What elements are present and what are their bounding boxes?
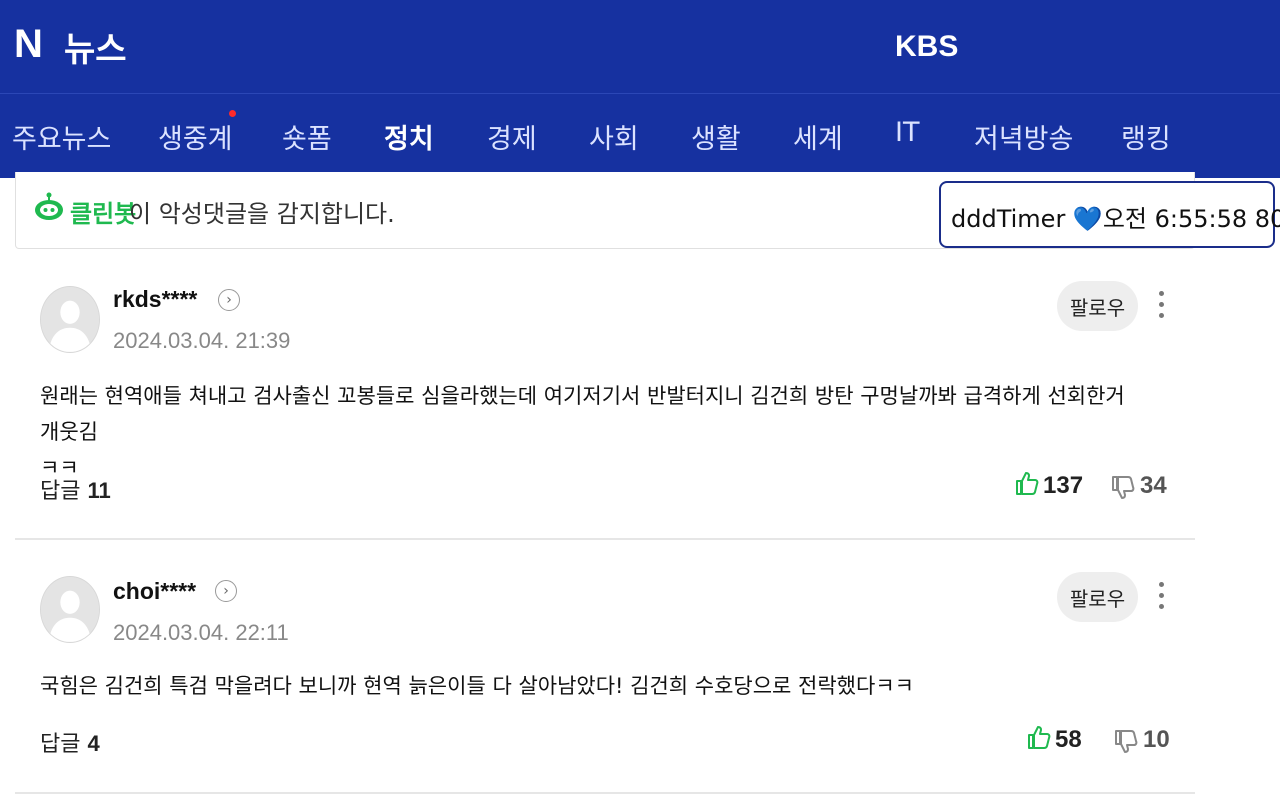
tab-shortform[interactable]: 숏폼 xyxy=(282,117,332,156)
comment-body-line: 국힘은 김건희 특검 막을려다 보니까 현역 늙은이들 다 살아남았다! 김건희… xyxy=(40,674,914,698)
comment-item: rkds**** › 2024.03.04. 21:39 팔로우 원래는 현역애… xyxy=(15,250,1195,540)
reply-count: 11 xyxy=(87,478,111,503)
reply-label: 답글 xyxy=(40,479,81,504)
chevron-right-icon[interactable]: › xyxy=(215,580,237,602)
comment-body-line: 원래는 현역애들 쳐내고 검사출신 꼬봉들로 심을라했는데 여기저기서 반발터지… xyxy=(40,384,1125,444)
tab-politics[interactable]: 정치 xyxy=(384,117,434,156)
tab-life[interactable]: 생활 xyxy=(691,117,741,156)
chevron-right-icon[interactable]: › xyxy=(218,289,240,311)
comment-body: 국힘은 김건희 특검 막을려다 보니까 현역 늙은이들 다 살아남았다! 김건희… xyxy=(40,668,1150,704)
naver-logo[interactable]: N xyxy=(14,22,43,67)
dislike-count: 10 xyxy=(1143,726,1170,753)
thumbs-up-icon[interactable] xyxy=(1026,724,1052,750)
dislike-count: 34 xyxy=(1140,472,1167,499)
default-profile-icon xyxy=(41,287,99,352)
live-indicator-dot xyxy=(229,110,236,117)
reply-label: 답글 xyxy=(40,732,81,757)
tab-live[interactable]: 생중계 xyxy=(158,117,233,156)
reply-toggle[interactable]: 답글 11 xyxy=(40,473,111,505)
cleanbot-name[interactable]: 클린봇 xyxy=(70,194,136,229)
cleanbot-robot-icon xyxy=(35,192,63,220)
tab-evening-broadcast[interactable]: 저녁방송 xyxy=(974,117,1073,156)
default-profile-icon xyxy=(41,577,99,642)
like-count: 58 xyxy=(1055,726,1082,753)
reply-count: 4 xyxy=(87,731,100,756)
press-name[interactable]: KBS xyxy=(895,30,958,64)
comment-body-line: ㅋㅋ xyxy=(40,456,79,480)
timer-text: dddTimer 💙오전 6:55:58 808 xyxy=(951,205,1280,233)
reply-toggle[interactable]: 답글 4 xyxy=(40,726,100,758)
tab-ranking[interactable]: 랭킹 xyxy=(1121,117,1171,156)
category-nav: 주요뉴스 생중계 숏폼 정치 경제 사회 생활 세계 IT 저녁방송 랭킹 xyxy=(0,93,1280,178)
thumbs-down-icon[interactable] xyxy=(1110,475,1136,501)
avatar[interactable] xyxy=(40,576,100,643)
tab-main-news[interactable]: 주요뉴스 xyxy=(12,117,111,156)
tab-society[interactable]: 사회 xyxy=(589,117,639,156)
thumbs-down-icon[interactable] xyxy=(1113,729,1139,755)
news-logo-text[interactable]: 뉴스 xyxy=(64,22,127,71)
tab-it[interactable]: IT xyxy=(895,117,919,148)
follow-button[interactable]: 팔로우 xyxy=(1057,281,1138,331)
more-options-icon[interactable] xyxy=(1155,580,1167,614)
thumbs-up-icon[interactable] xyxy=(1014,470,1040,496)
avatar[interactable] xyxy=(40,286,100,353)
tab-world[interactable]: 세계 xyxy=(793,117,843,156)
tab-economy[interactable]: 경제 xyxy=(487,117,537,156)
top-header: N 뉴스 KBS xyxy=(0,0,1280,93)
timer-overlay: dddTimer 💙오전 6:55:58 808 xyxy=(939,181,1280,248)
comment-body: 원래는 현역애들 쳐내고 검사출신 꼬봉들로 심을라했는데 여기저기서 반발터지… xyxy=(40,378,1150,486)
comment-nickname[interactable]: choi**** xyxy=(113,578,196,605)
more-options-icon[interactable] xyxy=(1155,289,1167,323)
cleanbot-message: 이 악성댓글을 감지합니다. xyxy=(129,200,395,228)
comment-date: 2024.03.04. 22:11 xyxy=(113,620,289,645)
like-count: 137 xyxy=(1043,472,1084,499)
comment-nickname[interactable]: rkds**** xyxy=(113,286,197,313)
comment-date: 2024.03.04. 21:39 xyxy=(113,328,291,353)
follow-button[interactable]: 팔로우 xyxy=(1057,572,1138,622)
comment-item: choi**** › 2024.03.04. 22:11 팔로우 국힘은 김건희… xyxy=(15,540,1195,794)
